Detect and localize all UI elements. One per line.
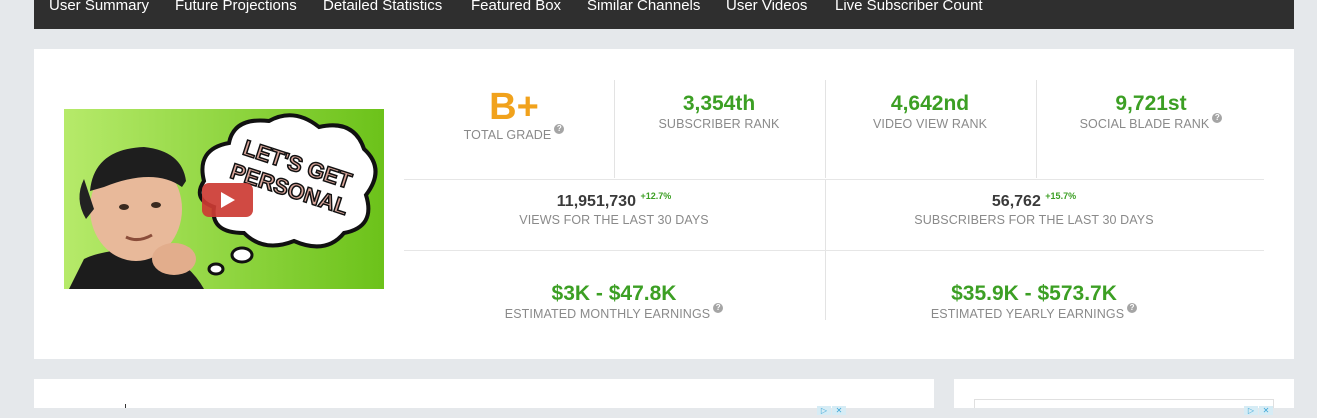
views-30-days-value: 11,951,730 [556, 193, 636, 210]
total-grade-value: B+ [489, 86, 539, 128]
ad-box-right: ▷ ✕ [954, 379, 1294, 415]
nav-future-projections[interactable]: Future Projections [175, 0, 297, 16]
nav-user-videos[interactable]: User Videos [726, 0, 807, 16]
nav-detailed-statistics[interactable]: Detailed Statistics [323, 0, 442, 16]
divider [1036, 80, 1037, 178]
help-icon[interactable]: ? [554, 124, 565, 134]
views-30-days-block: 11,951,730 +12.7% VIEWS FOR THE LAST 30 … [424, 191, 804, 228]
video-view-rank-label: VIDEO VIEW RANK [872, 117, 988, 131]
yearly-earnings-block: $35.9K - $573.7K ESTIMATED YEARLY EARNIN… [844, 282, 1224, 322]
divider [404, 179, 1264, 180]
nav-live-subscriber-count[interactable]: Live Subscriber Count [835, 0, 983, 16]
help-icon[interactable]: ? [1127, 303, 1138, 313]
subscribers-30-days-value: 56,762 [991, 193, 1041, 210]
views-30-days-label: VIEWS FOR THE LAST 30 DAYS [519, 213, 709, 227]
divider [614, 80, 615, 178]
thumbnail-image: LET'S GET PERSONAL [64, 109, 384, 289]
channel-thumbnail[interactable]: LET'S GET PERSONAL [64, 109, 384, 289]
socialblade-rank-label: SOCIAL BLADE RANK [1079, 117, 1210, 131]
monthly-earnings-block: $3K - $47.8K ESTIMATED MONTHLY EARNINGS? [424, 282, 804, 322]
subscriber-rank-block: 3,354th SUBSCRIBER RANK [634, 92, 804, 132]
nav-user-summary[interactable]: User Summary [49, 0, 149, 16]
yearly-earnings-label: ESTIMATED YEARLY EARNINGS [930, 307, 1125, 321]
video-view-rank-value: 4,642nd [890, 92, 970, 115]
monthly-earnings-value: $3K - $47.8K [551, 282, 677, 305]
help-icon[interactable]: ? [713, 303, 724, 313]
ad-frame [974, 399, 1274, 408]
divider [404, 250, 1264, 251]
ad-box-left: ▷ ✕ [34, 379, 934, 415]
total-grade-block: B+ TOTAL GRADE? [434, 87, 594, 143]
nav-featured-box[interactable]: Featured Box [471, 0, 561, 16]
views-30-days-change: +12.7% [640, 191, 672, 201]
subscriber-rank-label: SUBSCRIBER RANK [658, 117, 780, 131]
socialblade-rank-block: 9,721st SOCIAL BLADE RANK? [1056, 92, 1246, 132]
divider [825, 80, 826, 178]
cursor-mark [125, 404, 126, 408]
top-nav-bar: User Summary Future Projections Detailed… [34, 0, 1294, 29]
play-icon[interactable] [202, 183, 253, 217]
summary-card: LET'S GET PERSONAL B+ TOTAL GRADE? 3,354… [34, 49, 1294, 359]
subscribers-30-days-block: 56,762 +15.7% SUBSCRIBERS FOR THE LAST 3… [844, 191, 1224, 228]
nav-similar-channels[interactable]: Similar Channels [587, 0, 700, 16]
total-grade-label: TOTAL GRADE [463, 128, 552, 142]
subscriber-rank-value: 3,354th [682, 92, 756, 115]
yearly-earnings-value: $35.9K - $573.7K [951, 282, 1117, 305]
subscribers-30-days-label: SUBSCRIBERS FOR THE LAST 30 DAYS [914, 213, 1154, 227]
help-icon[interactable]: ? [1212, 113, 1223, 123]
video-view-rank-block: 4,642nd VIDEO VIEW RANK [845, 92, 1015, 132]
subscribers-30-days-change: +15.7% [1045, 191, 1077, 201]
monthly-earnings-label: ESTIMATED MONTHLY EARNINGS [504, 307, 711, 321]
